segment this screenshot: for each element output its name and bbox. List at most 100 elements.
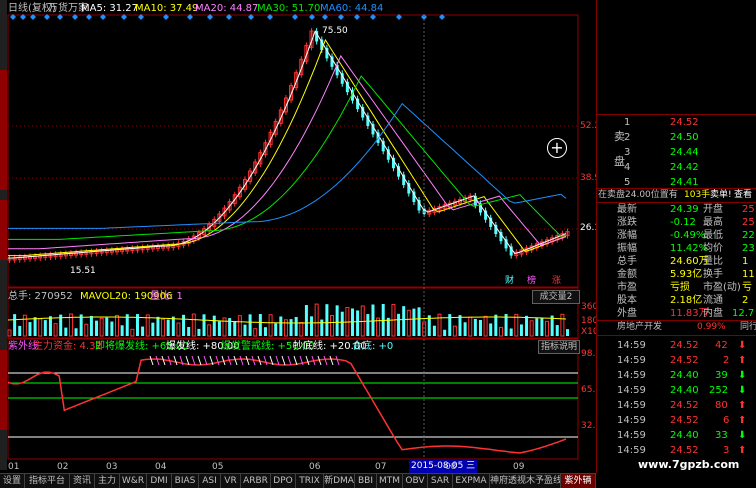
industry-rank-button[interactable]: 同行业排 [740,321,756,334]
volume-bar [555,325,559,336]
marker-limit-up[interactable]: 涨 [552,275,561,288]
trade-volume: 39 [715,370,728,381]
trade-volume: 2 [723,355,730,366]
volume-bar [18,325,22,336]
crosshair-icon[interactable]: + [547,138,567,158]
volume-bar [498,326,503,337]
trade-price: 24.52 [670,400,699,411]
chart-area[interactable] [0,0,596,473]
trade-volume: 252 [709,385,729,396]
volume-bar [202,314,206,336]
tab-wr[interactable]: W&R [120,474,147,488]
tab-vr[interactable]: VR [221,474,241,488]
fire-signal-hatch [335,355,340,366]
sell-row: 3 24.44 [596,146,756,159]
volume-bar [314,303,319,337]
tab-news[interactable]: 资讯 [70,474,95,488]
divider [596,335,756,336]
tab-expma[interactable]: EXPMA [453,474,490,488]
volume-bar [325,304,329,336]
tab-obv[interactable]: OBV [403,474,428,488]
volume-bar [120,325,124,336]
volume-bar [412,308,416,336]
stat-row: 股本 2.18亿 流通 2 [596,294,756,307]
marker-list[interactable]: 榜 [527,275,536,288]
volume-bar [540,317,544,336]
volume-bar [22,314,27,337]
panel-separator [596,0,597,473]
volume-bar [141,326,145,336]
fire-signal-hatch [239,355,244,366]
marker-finance[interactable]: 财 [505,275,514,288]
stat-value: 2 [742,295,749,306]
volume-bar [417,307,421,336]
stat-label: 最低 [703,230,723,241]
stat-value: -0.49% [670,230,706,241]
volume-bar [443,329,447,336]
fire-signal-hatch [173,355,178,366]
volume-bar [356,310,360,336]
view-button[interactable]: 查看 [734,189,752,202]
fire-signal-hatch [245,355,250,366]
stat-label: 流通 [703,295,723,306]
tab-ultraviolet[interactable]: 紫外辆 [561,474,596,488]
tab-asi[interactable]: ASI [199,474,221,488]
ma10-line [8,38,567,257]
tab-custom-indicator[interactable]: 神府透视木予盈线 [490,474,561,488]
divider [596,188,756,189]
tab-indicator-platform[interactable]: 指标平台 [25,474,70,488]
volume-bar [197,328,201,336]
volume-indicator-button[interactable]: 成交量2 [532,290,580,304]
volume-bar [99,317,104,337]
stat-value: -0.12 [670,217,696,228]
volume-bar [237,315,242,337]
volume-bar [566,329,569,336]
volume-bar [84,323,89,337]
tab-bbi[interactable]: BBI [355,474,377,488]
right-quote-panel: 卖 盘 1 24.52 2 24.50 3 24.44 4 24.42 5 24… [596,0,756,487]
volume-bar [458,315,462,336]
tab-trix[interactable]: TRIX [296,474,324,488]
volume-bar [509,328,513,336]
volume-bar [28,322,32,336]
stat-label: 最高 [703,217,723,228]
tab-bias[interactable]: BIAS [172,474,199,488]
crosshair-date-tag: 2015-08-05 三 [409,460,478,473]
fire-signal-hatch [329,355,334,366]
stat-value: 1 [742,256,749,267]
volume-bar [33,317,37,336]
industry-change: 0.99% [697,322,726,332]
volume-bar [535,318,539,336]
volume-bar [268,314,273,337]
trade-time: 14:59 [617,340,646,351]
tab-mtm[interactable]: MTM [377,474,403,488]
stat-label: 开盘 [703,204,723,215]
trade-time: 14:59 [617,430,646,441]
volume-bar [64,327,68,336]
stat-label: 外盘 [617,308,637,319]
stat-label: 涨幅 [617,230,637,241]
fire-signal-hatch [323,355,328,366]
divider [596,320,756,321]
tab-sar[interactable]: SAR [428,474,453,488]
stat-label: 内盘 [703,308,723,319]
sell-price: 24.50 [670,132,699,143]
trade-volume: 6 [723,415,730,426]
volume-bar [545,320,550,337]
tab-new-dma[interactable]: 新DMA [324,474,355,488]
industry-name[interactable]: 房地产开发 [617,321,662,334]
volume-bar [279,316,283,336]
trade-price: 24.52 [670,445,699,456]
watermark: www.7gpzb.com [638,458,740,471]
tab-arbr[interactable]: ARBR [241,474,271,488]
volume-bar [432,325,436,336]
volume-bar [335,305,339,336]
tab-dmi[interactable]: DMI [147,474,172,488]
sell-order-button[interactable]: 卖单! [710,189,732,202]
tab-dpo[interactable]: DPO [271,474,296,488]
tab-settings[interactable]: 设置 [0,474,25,488]
indicator-help-button[interactable]: 指标说明 [538,340,580,354]
tab-main-force[interactable]: 主力 [95,474,120,488]
fire-signal-hatch [287,355,292,366]
divider [596,114,756,115]
